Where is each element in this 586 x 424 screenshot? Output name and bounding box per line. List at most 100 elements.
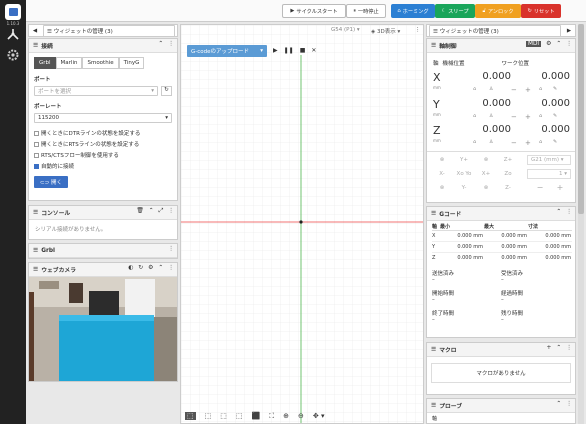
close-icon[interactable]: ✕ (311, 47, 316, 54)
fit-icon[interactable]: ⛶ (269, 412, 274, 421)
collapse-icon[interactable]: ◀ (29, 28, 41, 34)
port-select[interactable]: ポートを選択 ▾ (34, 86, 158, 96)
jog-y-plus[interactable]: Y+ (455, 155, 473, 165)
chevron-up-icon[interactable]: ⌃ (158, 265, 163, 271)
jog-diag-icon[interactable]: ⊗ (433, 183, 451, 193)
jog-diag-icon[interactable]: ⊗ (477, 183, 495, 193)
jog-y-minus[interactable]: Y- (455, 183, 473, 193)
work-position-z[interactable]: 0.000 (515, 124, 570, 135)
cycle-start-button[interactable]: ▶ サイクルスタート (282, 4, 346, 18)
more-icon[interactable]: ⋮ (566, 209, 572, 215)
view-right-icon[interactable]: ⬚ (236, 412, 243, 420)
menu-icon[interactable]: ☰ (33, 43, 38, 49)
jog-x-plus[interactable]: X+ (477, 169, 495, 179)
checkbox[interactable] (34, 152, 39, 158)
expand-icon[interactable]: ⤢ (159, 208, 164, 215)
open-button[interactable]: ⊂⊃ 開く (34, 176, 68, 188)
more-icon[interactable]: ⋮ (566, 41, 572, 47)
work-position-x[interactable]: 0.000 (515, 71, 570, 82)
baud-select[interactable]: 115200 ▾ (34, 113, 172, 123)
work-position-y[interactable]: 0.000 (515, 98, 570, 109)
menu-icon[interactable]: ☰ (33, 210, 38, 216)
step-decrease-button[interactable]: − (531, 183, 549, 193)
stop-icon[interactable]: ■ (300, 47, 306, 54)
menu-icon[interactable]: ☰ (33, 267, 38, 273)
zoom-in-icon[interactable]: ⊕ (283, 412, 289, 420)
menu-icon[interactable]: ☰ (431, 403, 436, 409)
edit-icon[interactable]: ✎ (553, 139, 557, 145)
toggle-icon[interactable]: ◐ (128, 265, 133, 271)
jog-diag-icon[interactable]: ⊗ (477, 155, 495, 165)
units-select[interactable]: G21 (mm) ▾ (527, 155, 571, 165)
user-icon[interactable]: ♙ (489, 86, 493, 92)
mdi-button[interactable]: MDI (525, 41, 542, 47)
tab-grbl[interactable]: Grbl (34, 57, 56, 69)
manage-widgets-button[interactable]: ☰ ウィジェットの管理 (3) (429, 24, 561, 37)
option-dtr[interactable]: 開くときにDTRラインの状態を設定する (34, 129, 172, 137)
reset-button[interactable]: ↻ リセット (521, 4, 561, 18)
gear-icon[interactable]: ⚙ (546, 41, 551, 47)
home-icon[interactable]: ⌂ (473, 113, 476, 119)
collapse-icon[interactable]: ▶ (563, 28, 575, 34)
visualizer[interactable]: G-codeのアップロード ▾ ▶ ❚❚ ■ ✕ G54 (P1) ▾ ◈ 3D表示 ▾… (180, 24, 424, 424)
unlock-button[interactable]: 🔓︎ アンロック (475, 4, 521, 18)
workspace-icon[interactable] (6, 28, 20, 42)
edit-icon[interactable]: ✎ (553, 86, 557, 92)
manage-widgets-button[interactable]: ☰ ウィジェットの管理 (3) (43, 24, 175, 37)
gear-icon[interactable] (6, 48, 20, 62)
user-icon[interactable]: ♙ (489, 139, 493, 145)
chevron-up-icon[interactable]: ⌃ (556, 209, 561, 215)
wcs-select[interactable]: G54 (P1) ▾ (331, 27, 360, 33)
chevron-up-icon[interactable]: ⌃ (556, 345, 561, 351)
checkbox[interactable] (34, 130, 39, 136)
homing-button[interactable]: ⌂ ホーミング (391, 4, 435, 18)
refresh-icon[interactable]: ↻ (138, 265, 143, 271)
tab-marlin[interactable]: Marlin (55, 57, 83, 69)
gear-icon[interactable]: ⚙ (148, 265, 153, 271)
more-icon[interactable]: ⋮ (168, 41, 174, 47)
plus-icon[interactable]: + (546, 345, 551, 351)
step-increase-button[interactable]: + (551, 183, 569, 193)
more-icon[interactable]: ⋮ (168, 208, 174, 215)
jog-xy-zero[interactable]: Xo Yo (455, 169, 473, 179)
view-front-icon[interactable]: ⬚ (220, 412, 227, 420)
view-mode-select[interactable]: ◈ 3D表示 ▾ (371, 27, 400, 35)
user-icon[interactable]: ♙ (489, 113, 493, 119)
pause-button[interactable]: ⏸ 一時停止 (346, 4, 386, 18)
chevron-up-icon[interactable]: ⌃ (158, 41, 163, 47)
jog-z-minus[interactable]: Z- (499, 183, 517, 193)
jog-step-select[interactable]: 1 ▾ (527, 169, 571, 179)
view-top-icon[interactable]: ⬚ (205, 412, 212, 420)
view-iso-icon[interactable]: ⬛ (252, 412, 261, 420)
menu-icon[interactable]: ☰ (431, 43, 436, 49)
more-icon[interactable]: ⋮ (566, 345, 572, 351)
option-rtscts[interactable]: RTS/CTSフロー制御を使用する (34, 151, 172, 159)
view-3d-icon[interactable]: ⬚ (185, 412, 196, 420)
edit-icon[interactable]: ✎ (553, 113, 557, 119)
option-autoconnect[interactable]: 自動的に接続 (34, 162, 172, 170)
more-icon[interactable]: ⋮ (566, 401, 572, 407)
option-rts[interactable]: 開くときにRTSラインの状態を設定する (34, 140, 172, 148)
home-icon[interactable]: ⌂ (473, 86, 476, 92)
jog-z-zero[interactable]: Zo (499, 169, 517, 179)
menu-icon[interactable]: ☰ (33, 248, 38, 254)
home-icon[interactable]: ⌂ (539, 139, 542, 145)
home-icon[interactable]: ⌂ (539, 113, 542, 119)
chevron-up-icon[interactable]: ⌃ (149, 208, 154, 215)
more-icon[interactable]: ⋮ (168, 246, 174, 252)
home-icon[interactable]: ⌂ (539, 86, 542, 92)
pan-icon[interactable]: ✥ ▾ (313, 412, 325, 420)
play-icon[interactable]: ▶ (273, 47, 278, 54)
checkbox-checked[interactable] (34, 163, 39, 169)
checkbox[interactable] (34, 141, 39, 147)
zoom-out-icon[interactable]: ⊖ (298, 412, 304, 420)
upload-gcode-button[interactable]: G-codeのアップロード ▾ (187, 45, 267, 57)
jog-x-minus[interactable]: X- (433, 169, 451, 179)
chevron-up-icon[interactable]: ⌃ (556, 41, 561, 47)
sleep-button[interactable]: ☾ スリープ (435, 4, 475, 18)
tab-tinyg[interactable]: TinyG (118, 57, 145, 69)
more-icon[interactable]: ⋮ (168, 265, 174, 271)
refresh-button[interactable]: ↻ (161, 86, 172, 96)
pause-icon[interactable]: ❚❚ (284, 47, 294, 54)
more-icon[interactable]: ⋮ (415, 27, 421, 33)
